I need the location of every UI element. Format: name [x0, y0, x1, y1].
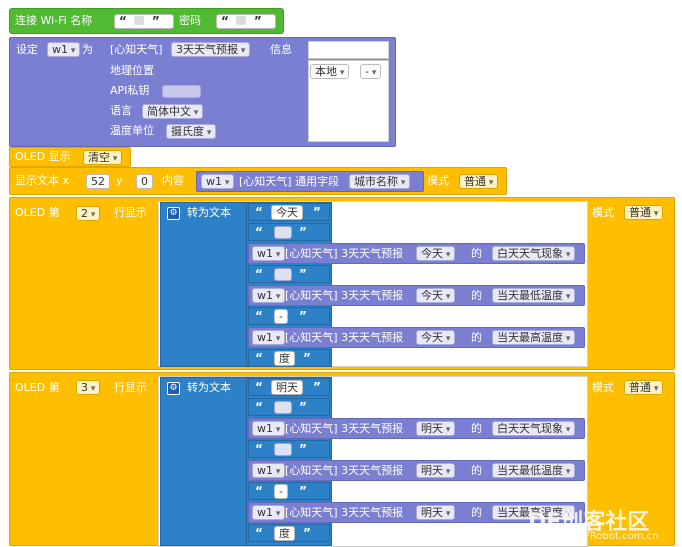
- watermark-url: mc.DFRobot.com.cn: [558, 531, 659, 542]
- location-dropdown[interactable]: 本地: [310, 64, 350, 79]
- day-dropdown[interactable]: 明天: [416, 463, 456, 478]
- deg-text-input[interactable]: 度: [274, 526, 295, 541]
- var-dropdown[interactable]: w1: [252, 505, 286, 520]
- item-dropdown[interactable]: 当天最高温度: [492, 330, 576, 345]
- var-dropdown[interactable]: w1: [201, 174, 235, 189]
- api-key-input[interactable]: [162, 85, 201, 98]
- item-dropdown[interactable]: 当天最低温度: [492, 288, 576, 303]
- service-label: [心知天气]: [110, 43, 163, 56]
- set-label: 设定: [16, 43, 38, 56]
- forecast-dropdown[interactable]: 3天天气预报: [171, 42, 251, 57]
- location-sub-dropdown[interactable]: -: [360, 64, 382, 79]
- oled-clear-dropdown[interactable]: 清空: [83, 150, 123, 165]
- oled-row-label: OLED 第: [15, 206, 60, 219]
- general-field-label: [心知天气] 通用字段: [239, 175, 340, 188]
- mode-dropdown[interactable]: 普通: [459, 174, 499, 189]
- text-line-sep-2[interactable]: “ - ”: [248, 482, 330, 500]
- text-line-deg-2[interactable]: “ 度 ”: [248, 524, 330, 542]
- general-field-block[interactable]: w1 [心知天气] 通用字段 城市名称: [196, 171, 424, 192]
- mode-label: 模式: [427, 174, 449, 187]
- forecast-line-5[interactable]: w1 [心知天气] 3天天气预报 明天 的 当天最低温度: [248, 460, 585, 481]
- var-dropdown[interactable]: w1: [252, 246, 286, 261]
- content-label: 内容: [162, 174, 184, 187]
- convert-label: 转为文本: [187, 206, 231, 219]
- wifi-label: 连接 Wi-Fi 名称: [15, 14, 93, 27]
- oled-show-label: OLED 显示: [15, 150, 71, 163]
- item-dropdown[interactable]: 白天天气现象: [492, 246, 576, 261]
- wifi-password-input[interactable]: “ ”: [216, 14, 276, 29]
- wifi-connect-block[interactable]: 连接 Wi-Fi 名称 “ ” 密码 “ ”: [9, 8, 284, 34]
- set-weather-block[interactable]: 设定 w1 为 [心知天气] 3天天气预报 信息 地理位置 本地 - API私钥…: [9, 37, 396, 147]
- wifi-ssid-input[interactable]: “ ”: [114, 14, 174, 29]
- var-dropdown[interactable]: w1: [252, 288, 286, 303]
- text-line-blank-3[interactable]: “ ”: [248, 398, 330, 416]
- var-dropdown[interactable]: w1: [252, 463, 286, 478]
- row-number-dropdown[interactable]: 3: [76, 380, 101, 395]
- day-text-input[interactable]: 今天: [271, 205, 303, 220]
- password-label: 密码: [179, 14, 201, 27]
- sep-text-input[interactable]: -: [274, 309, 288, 324]
- mode-dropdown[interactable]: 普通: [624, 380, 664, 395]
- forecast-line-3[interactable]: w1 [心知天气] 3天天气预报 今天 的 当天最高温度: [248, 327, 585, 348]
- lang-dropdown[interactable]: 简体中文: [142, 104, 204, 119]
- text-line-sep[interactable]: “ - ”: [248, 307, 330, 325]
- unit-dropdown[interactable]: 摄氏度: [166, 124, 217, 139]
- show-text-block[interactable]: 显示文本 x 52 y 0 内容 w1 [心知天气] 通用字段 城市名称 模式 …: [9, 167, 507, 195]
- deg-text-input[interactable]: 度: [274, 351, 295, 366]
- y-label: y: [116, 174, 123, 187]
- mode-label: 模式: [592, 381, 614, 394]
- location-label: 地理位置: [110, 64, 154, 77]
- as-label: 为: [82, 43, 93, 56]
- api-label: API私钥: [110, 84, 150, 97]
- day-dropdown[interactable]: 明天: [416, 421, 456, 436]
- row-display-label: 行显示: [114, 206, 147, 219]
- unit-label: 温度单位: [110, 124, 154, 137]
- day-dropdown[interactable]: 今天: [416, 288, 456, 303]
- forecast-line-1[interactable]: w1 [心知天气] 3天天气预报 今天 的 白天天气现象: [248, 243, 585, 264]
- item-dropdown[interactable]: 当天最低温度: [492, 463, 576, 478]
- forecast-line-4[interactable]: w1 [心知天气] 3天天气预报 明天 的 白天天气现象: [248, 418, 585, 439]
- gear-icon[interactable]: ⚙: [167, 207, 180, 220]
- text-line-tomorrow[interactable]: “ 明天 ”: [248, 378, 330, 396]
- var-dropdown[interactable]: w1: [252, 330, 286, 345]
- row-number-dropdown[interactable]: 2: [76, 206, 101, 221]
- mode-dropdown[interactable]: 普通: [624, 205, 664, 220]
- text-line-blank-4[interactable]: “ ”: [248, 440, 330, 458]
- convert-text-block-2[interactable]: ⚙ 转为文本: [160, 202, 248, 367]
- show-text-label: 显示文本 x: [15, 174, 70, 187]
- text-line-today[interactable]: “ 今天 ”: [248, 203, 330, 221]
- mode-label: 模式: [592, 206, 614, 219]
- item-dropdown[interactable]: 白天天气现象: [492, 421, 576, 436]
- info-label: 信息: [270, 43, 292, 56]
- forecast-line-2[interactable]: w1 [心知天气] 3天天气预报 今天 的 当天最低温度: [248, 285, 585, 306]
- day-dropdown[interactable]: 今天: [416, 330, 456, 345]
- day-text-input[interactable]: 明天: [271, 380, 303, 395]
- y-input[interactable]: 0: [136, 174, 153, 189]
- info-slot: [308, 41, 389, 59]
- text-line-blank-2[interactable]: “ ”: [248, 265, 330, 283]
- convert-text-block-3[interactable]: ⚙ 转为文本: [160, 377, 248, 546]
- text-line-blank-1[interactable]: “ ”: [248, 223, 330, 241]
- var-dropdown[interactable]: w1: [47, 42, 81, 57]
- oled-show-block[interactable]: OLED 显示 清空: [9, 147, 131, 167]
- row-display-label: 行显示: [114, 381, 147, 394]
- sep-text-input[interactable]: -: [274, 484, 288, 499]
- oled-row-label: OLED 第: [15, 381, 60, 394]
- text-line-deg[interactable]: “ 度 ”: [248, 349, 330, 367]
- convert-label: 转为文本: [187, 381, 231, 394]
- lang-label: 语言: [110, 104, 132, 117]
- day-dropdown[interactable]: 明天: [416, 505, 456, 520]
- gear-icon[interactable]: ⚙: [167, 382, 180, 395]
- day-dropdown[interactable]: 今天: [416, 246, 456, 261]
- x-input[interactable]: 52: [86, 174, 110, 189]
- var-dropdown[interactable]: w1: [252, 421, 286, 436]
- field-dropdown[interactable]: 城市名称: [349, 174, 411, 189]
